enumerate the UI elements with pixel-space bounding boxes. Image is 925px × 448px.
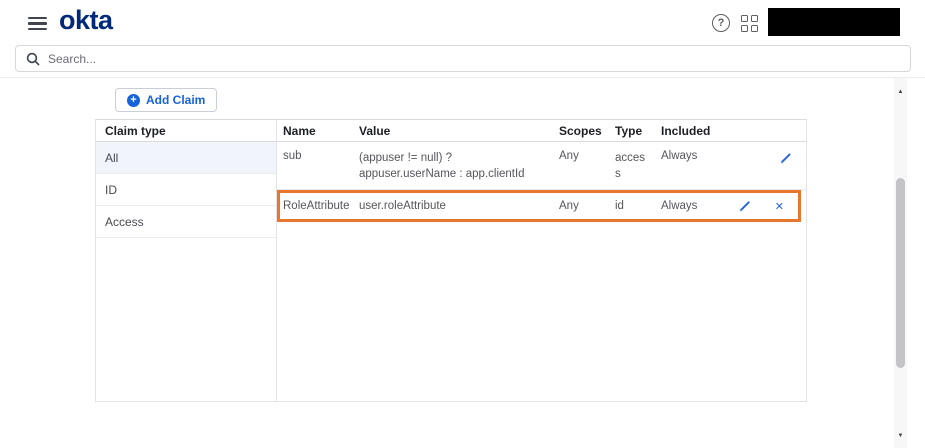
claim-type-filter-all[interactable]: All [96, 142, 276, 174]
edit-claim-button[interactable] [738, 200, 751, 213]
okta-logo: okta [59, 5, 113, 35]
top-navigation-bar: okta ? [0, 0, 925, 44]
help-icon[interactable]: ? [712, 14, 730, 32]
add-claim-button[interactable]: + Add Claim [115, 88, 218, 112]
pencil-icon [739, 200, 750, 212]
claim-scopes: Any [559, 200, 579, 212]
okta-admin-console: okta ? + Add Claim Claim type All ID Acc… [0, 0, 925, 448]
claim-value: (appuser != null) ? appuser.userName : a… [359, 152, 525, 180]
menu-icon[interactable] [28, 17, 47, 30]
table-row-roleattribute-highlighted: RoleAttribute user.roleAttribute Any id … [277, 190, 801, 222]
edit-claim-button[interactable] [779, 152, 792, 165]
column-header-included: Included [661, 123, 711, 138]
app-switcher-icon[interactable] [741, 15, 759, 33]
claim-type: id [615, 200, 624, 212]
close-icon: ✕ [774, 199, 784, 213]
claim-type-filter-access[interactable]: Access [96, 206, 276, 238]
add-claim-label: Add Claim [146, 93, 206, 107]
plus-icon: + [127, 93, 140, 107]
claims-list: Name Value Scopes Type Included sub (app… [277, 120, 806, 401]
column-header-name: Name [283, 123, 316, 138]
vertical-scrollbar-thumb[interactable] [896, 178, 905, 368]
claim-name: RoleAttribute [283, 200, 350, 212]
claim-included: Always [661, 150, 698, 162]
column-header-scopes: Scopes [559, 123, 602, 138]
scroll-down-arrow[interactable]: ▼ [894, 430, 907, 442]
content-divider [0, 77, 925, 78]
scroll-up-arrow[interactable]: ▲ [894, 86, 907, 98]
pencil-icon [780, 153, 791, 164]
claim-included: Always [661, 200, 698, 212]
delete-claim-button[interactable]: ✕ [775, 201, 784, 212]
column-header-type: Type [615, 123, 643, 138]
table-row-sub: sub (appuser != null) ? appuser.userName… [277, 142, 806, 190]
claim-type-panel: Claim type All ID Access [96, 120, 277, 401]
column-header-value: Value [359, 123, 391, 138]
global-search-bar [15, 45, 911, 72]
search-icon [26, 52, 40, 65]
user-account-menu-redacted[interactable] [768, 8, 900, 36]
claims-table: Claim type All ID Access Name Value Scop… [95, 119, 807, 402]
claim-name: sub [283, 150, 302, 162]
claim-type: access [615, 152, 646, 180]
claim-type-filter-id[interactable]: ID [96, 174, 276, 206]
claim-value: user.roleAttribute [359, 200, 446, 212]
claims-table-header: Name Value Scopes Type Included [277, 120, 806, 142]
claim-scopes: Any [559, 150, 579, 162]
claim-type-header: Claim type [96, 120, 276, 142]
search-input[interactable] [48, 51, 900, 66]
